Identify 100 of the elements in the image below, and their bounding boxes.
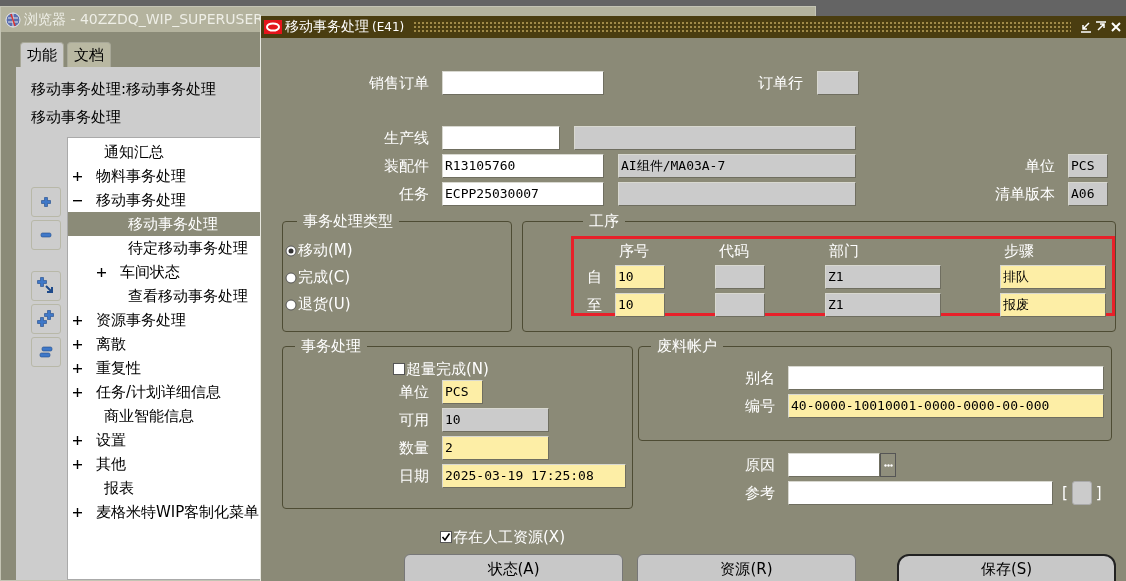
tree-item[interactable]: 重复性 (68, 356, 260, 380)
tree-item[interactable]: 其他 (68, 452, 260, 476)
list-button[interactable] (880, 453, 896, 477)
field-label: 装配件 (383, 156, 429, 176)
tree-item[interactable]: 麦格米特WIP客制化菜单 (68, 500, 260, 524)
group-title: 事务处理 (300, 337, 362, 356)
account-field[interactable] (788, 366, 1104, 390)
grid-field[interactable]: Z1 (825, 265, 941, 289)
expand-button[interactable] (31, 187, 61, 217)
tree-item[interactable]: 通知汇总 (68, 140, 260, 164)
field-label: 任务 (398, 184, 429, 204)
order-line-field[interactable] (817, 71, 859, 95)
field-label: 编号 (744, 396, 775, 416)
radio-option[interactable]: 退货(U) (285, 291, 511, 318)
account-field[interactable]: 40-0000-10010001-0000-0000-00-000 (788, 394, 1104, 418)
plus-icon[interactable] (73, 459, 82, 469)
bracket: [ (1062, 484, 1068, 502)
breadcrumb: 移动事务处理:移动事务处理 (31, 79, 217, 100)
bracket: ] (1095, 484, 1102, 502)
plus-icon[interactable] (73, 387, 82, 397)
field-label: 日期 (398, 466, 429, 486)
minimize-icon[interactable] (1080, 21, 1092, 33)
tab[interactable]: 功能 (20, 42, 64, 67)
radio-option[interactable]: 完成(C) (285, 264, 511, 291)
collapse-all-button[interactable] (31, 337, 61, 367)
transaction-field[interactable]: 10 (442, 408, 549, 432)
plus-icon[interactable] (73, 315, 82, 325)
tree-item[interactable]: 车间状态 (68, 260, 260, 284)
field-label: 销售订单 (368, 73, 429, 93)
row-label: 自 (586, 267, 603, 287)
field-label: 清单版本 (995, 184, 1055, 204)
transaction-field[interactable]: 2025-03-19 17:25:08 (442, 464, 626, 488)
sales-order-field[interactable] (442, 71, 604, 95)
field-label: 别名 (744, 368, 775, 388)
grid-field[interactable]: 排队 (1000, 265, 1106, 289)
group-title: 废料帐户 (656, 337, 718, 356)
radio-option[interactable]: 移动(M) (285, 237, 511, 264)
description-field[interactable]: AI组件/MA03A-7 (618, 154, 856, 178)
reference-field[interactable] (788, 481, 1053, 505)
push-button[interactable]: 资源(R) (637, 554, 856, 581)
plus-icon[interactable] (73, 339, 82, 349)
plus-icon[interactable] (73, 435, 82, 445)
maximize-icon[interactable] (1095, 21, 1107, 33)
tree-item[interactable]: 物料事务处理 (68, 164, 260, 188)
window-title: 浏览器 - 40ZZDQ_WIP_SUPERUSER (24, 10, 264, 29)
window-code: (E41) (372, 20, 405, 34)
tree-item[interactable]: 查看移动事务处理 (68, 284, 260, 308)
reason-field[interactable] (788, 453, 880, 477)
transaction-field[interactable]: PCS (442, 380, 483, 404)
expand-branch-button[interactable] (31, 271, 61, 301)
group-title: 事务处理类型 (302, 212, 394, 231)
field-label: 订单行 (758, 73, 803, 93)
double-minus-icon (39, 346, 53, 358)
column-header: 部门 (828, 241, 860, 261)
push-button[interactable]: 状态(A) (404, 554, 623, 581)
field-label: 单位 (1025, 156, 1055, 176)
grid-field[interactable]: 报废 (1000, 293, 1106, 317)
tree-item[interactable]: 资源事务处理 (68, 308, 260, 332)
field-label: 单位 (398, 382, 429, 402)
tab[interactable]: 文档 (67, 42, 111, 67)
checkbox-option[interactable]: 超量完成(N) (393, 358, 632, 380)
expand-all-button[interactable] (31, 304, 61, 334)
revision-field[interactable]: A06 (1068, 182, 1108, 206)
tree-item[interactable]: 设置 (68, 428, 260, 452)
description-field[interactable] (618, 182, 856, 206)
field-label: 原因 (744, 455, 775, 475)
column-header: 序号 (618, 241, 650, 261)
grid-field[interactable] (715, 265, 765, 289)
plus-arrow-icon (37, 277, 55, 295)
grid-field[interactable] (715, 293, 765, 317)
job-field[interactable]: ECPP25030007 (442, 182, 604, 206)
grid-field[interactable]: 10 (615, 293, 665, 317)
assembly-field[interactable]: R13105760 (442, 154, 604, 178)
plus-icon[interactable] (73, 507, 82, 517)
tree-item[interactable]: 移动事务处理 (68, 188, 260, 212)
window-title: 移动事务处理 (285, 18, 369, 36)
tree-item[interactable]: 报表 (68, 476, 260, 500)
description-field[interactable] (574, 126, 856, 150)
tree-item[interactable]: 离散 (68, 332, 260, 356)
plus-icon[interactable] (73, 171, 82, 181)
flexfield-button[interactable] (1071, 481, 1092, 505)
tree-item[interactable]: 待定移动事务处理 (68, 236, 260, 260)
line-field[interactable] (442, 126, 560, 150)
double-plus-icon (37, 310, 55, 328)
panel-heading: 移动事务处理 (31, 107, 121, 128)
plus-icon[interactable] (73, 363, 82, 373)
globe-icon (5, 11, 21, 28)
tree-item[interactable]: 任务/计划详细信息 (68, 380, 260, 404)
logo-icon (264, 20, 282, 34)
tree-item[interactable]: 商业智能信息 (68, 404, 260, 428)
collapse-button[interactable] (31, 220, 61, 250)
grid-field[interactable]: Z1 (825, 293, 941, 317)
unit-field[interactable]: PCS (1068, 154, 1108, 178)
transaction-field[interactable]: 2 (442, 436, 549, 460)
minus-icon (40, 232, 52, 238)
push-button[interactable]: 保存(S) (897, 554, 1116, 581)
checkbox-option[interactable]: 存在人工资源(X) (440, 526, 1126, 548)
plus-icon[interactable] (97, 267, 106, 277)
grid-field[interactable]: 10 (615, 265, 665, 289)
close-icon[interactable] (1110, 21, 1122, 33)
